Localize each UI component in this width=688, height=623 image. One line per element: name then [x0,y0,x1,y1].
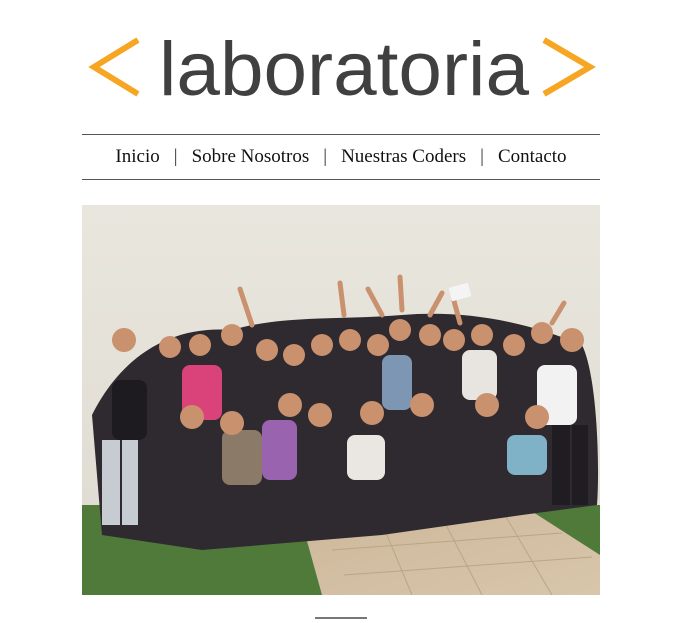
nav-link-nuestras-coders[interactable]: Nuestras Coders [341,146,466,168]
logo-graphic: laboratoria [88,27,596,112]
nav-separator: | [480,146,484,167]
logo-left-chevron-icon [88,37,140,97]
logo-right-chevron-icon [542,37,596,97]
nav-link-sobre-nosotros[interactable]: Sobre Nosotros [192,146,310,168]
nav-separator: | [173,146,178,167]
group-photo-image [82,205,600,595]
group-photo [82,205,600,595]
logo-text: laboratoria [159,27,530,112]
nav-link-contacto[interactable]: Contacto [498,146,567,168]
bottom-divider [315,617,367,619]
nav-separator: | [323,146,328,167]
site-logo[interactable]: laboratoria [86,22,602,114]
nav-link-inicio[interactable]: Inicio [115,146,159,168]
main-navigation: Inicio | Sobre Nosotros | Nuestras Coder… [82,134,600,180]
